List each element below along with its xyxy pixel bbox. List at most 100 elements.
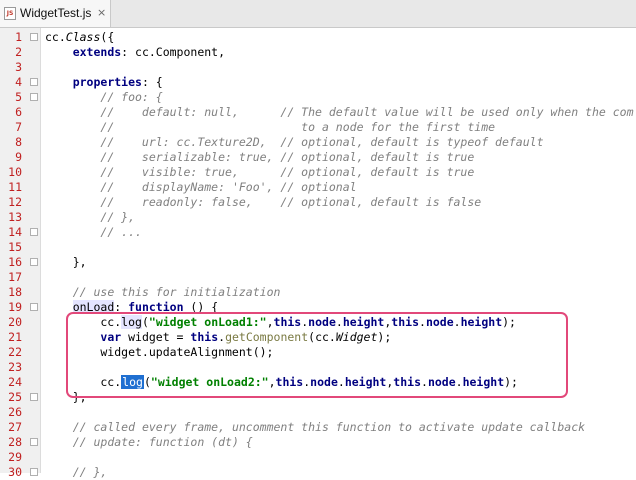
code-token: widget.updateAlignment(); — [45, 345, 274, 359]
code-token: // called every frame, uncomment this fu… — [72, 420, 586, 434]
code-token: // serializable: true, // optional, defa… — [100, 150, 475, 164]
line-number: 26 — [8, 405, 22, 419]
code-token: cc. — [45, 375, 122, 389]
code-text: var widget = this.getComponent(cc.Widget… — [45, 330, 391, 345]
code-token: () { — [183, 300, 219, 314]
code-token: // foo: { — [100, 90, 163, 104]
code-line[interactable]: 26 — [0, 405, 636, 420]
tab-title: WidgetTest.js — [20, 6, 92, 20]
line-number: 17 — [8, 270, 22, 284]
fold-marker-icon[interactable] — [30, 468, 38, 476]
fold-marker-icon[interactable] — [30, 393, 38, 401]
code-line[interactable]: 21 var widget = this.getComponent(cc.Wid… — [0, 330, 636, 345]
code-line[interactable]: 13 // }, — [0, 210, 636, 225]
line-number: 11 — [8, 180, 22, 194]
code-token: // use this for initialization — [72, 285, 281, 299]
code-line[interactable]: 8 // url: cc.Texture2D, // optional, def… — [0, 135, 636, 150]
code-line[interactable]: 11 // displayName: 'Foo', // optional — [0, 180, 636, 195]
code-text: // default: null, // The default value w… — [45, 105, 633, 120]
code-line[interactable]: 28 // update: function (dt) { — [0, 435, 636, 450]
code-text: cc.Class({ — [45, 30, 114, 45]
code-token: . — [419, 315, 426, 329]
code-line[interactable]: 16 }, — [0, 255, 636, 270]
fold-marker-icon[interactable] — [30, 258, 38, 266]
code-line[interactable]: 9 // serializable: true, // optional, de… — [0, 150, 636, 165]
code-token: function — [128, 300, 184, 314]
line-number: 13 — [8, 210, 22, 224]
code-line[interactable]: 17 — [0, 270, 636, 285]
code-token: this — [273, 315, 302, 329]
code-line[interactable]: 4 properties: { — [0, 75, 636, 90]
code-line[interactable]: 15 — [0, 240, 636, 255]
code-line[interactable]: 5 // foo: { — [0, 90, 636, 105]
code-text: // visible: true, // optional, default i… — [45, 165, 474, 180]
code-line[interactable]: 18 // use this for initialization — [0, 285, 636, 300]
code-line[interactable]: 29 — [0, 450, 636, 465]
line-number: 27 — [8, 420, 22, 434]
line-number: 29 — [8, 450, 22, 464]
code-line[interactable]: 20 cc.log("widget onLoad1:",this.node.he… — [0, 315, 636, 330]
code-token: // readonly: false, // optional, default… — [100, 195, 482, 209]
code-text: }, — [45, 390, 87, 405]
code-line[interactable]: 22 widget.updateAlignment(); — [0, 345, 636, 360]
code-token: . — [335, 315, 343, 329]
editor-tab-bar: JS WidgetTest.js × — [0, 0, 636, 28]
line-number: 22 — [8, 345, 22, 359]
line-number: 23 — [8, 360, 22, 374]
code-line[interactable]: 1 cc.Class({ — [0, 30, 636, 45]
line-number: 24 — [8, 375, 22, 389]
code-token: ); — [502, 315, 516, 329]
code-line[interactable]: 19 onLoad: function () { — [0, 300, 636, 315]
fold-marker-icon[interactable] — [30, 33, 38, 41]
code-line[interactable]: 14 // ... — [0, 225, 636, 240]
code-token: node — [427, 375, 456, 389]
code-text: properties: { — [45, 75, 163, 90]
code-line[interactable]: 27 // called every frame, uncomment this… — [0, 420, 636, 435]
file-tab[interactable]: JS WidgetTest.js × — [0, 0, 111, 27]
line-number: 14 — [8, 225, 22, 239]
code-token: // displayName: 'Foo', // optional — [100, 180, 357, 194]
code-token: "widget onLoad1:" — [148, 315, 267, 329]
code-line[interactable]: 7 // to a node for the first time — [0, 120, 636, 135]
fold-marker-icon[interactable] — [30, 303, 38, 311]
code-token: log — [121, 315, 142, 329]
fold-marker-icon[interactable] — [30, 93, 38, 101]
line-number: 9 — [15, 150, 22, 164]
line-number: 8 — [15, 135, 22, 149]
code-line[interactable]: 25 }, — [0, 390, 636, 405]
line-number: 18 — [8, 285, 22, 299]
code-token: // ... — [100, 225, 142, 239]
code-text: extends: cc.Component, — [45, 45, 225, 60]
code-token: : — [114, 300, 129, 314]
code-line[interactable]: 24 cc.log("widget onLoad2:",this.node.he… — [0, 375, 636, 390]
code-line[interactable]: 6 // default: null, // The default value… — [0, 105, 636, 120]
code-line[interactable]: 10 // visible: true, // optional, defaul… — [0, 165, 636, 180]
code-token: ({ — [100, 30, 115, 44]
line-number: 21 — [8, 330, 22, 344]
fold-marker-icon[interactable] — [30, 228, 38, 236]
code-editor[interactable]: 1 cc.Class({2 extends: cc.Component, 3 4 pr… — [0, 28, 636, 479]
code-token: this — [275, 375, 304, 389]
code-text: // readonly: false, // optional, default… — [45, 195, 481, 210]
line-number: 3 — [15, 60, 22, 74]
code-token: height — [462, 375, 505, 389]
code-token: (cc. — [308, 330, 336, 344]
code-token: log — [121, 375, 144, 389]
code-token: : { — [141, 75, 163, 89]
code-line[interactable]: 2 extends: cc.Component, — [0, 45, 636, 60]
close-icon[interactable]: × — [97, 6, 106, 19]
code-token: var — [100, 330, 122, 344]
code-token: properties — [72, 75, 142, 89]
fold-marker-icon[interactable] — [30, 78, 38, 86]
code-text: // displayName: 'Foo', // optional — [45, 180, 357, 195]
fold-marker-icon[interactable] — [30, 438, 38, 446]
code-line[interactable]: 23 — [0, 360, 636, 375]
code-line[interactable]: 12 // readonly: false, // optional, defa… — [0, 195, 636, 210]
code-line[interactable]: 3 — [0, 60, 636, 75]
